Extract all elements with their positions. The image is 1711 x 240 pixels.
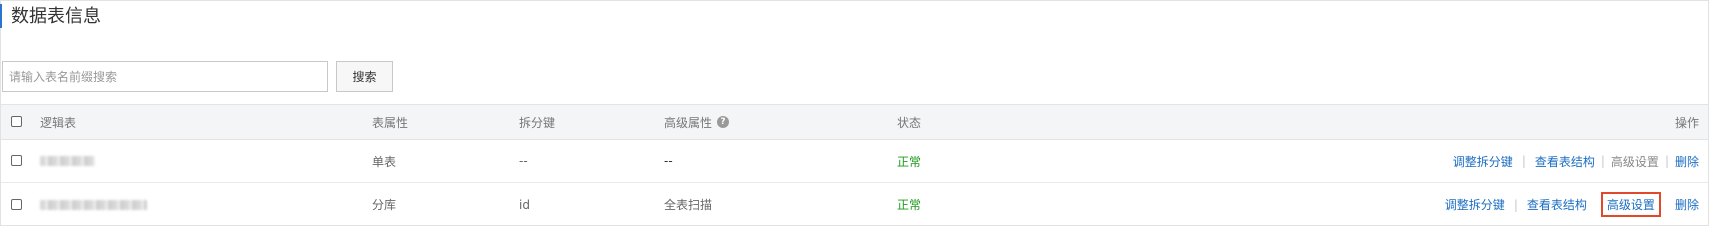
search-button[interactable]: 搜索 [336,61,393,92]
logical-table-name-redacted [40,183,147,226]
delete-link[interactable]: 删除 [1675,196,1699,213]
split-key: id [519,197,530,212]
advanced-attribute: -- [664,154,673,168]
table-header: 逻辑表 表属性 拆分键 高级属性 ? 状态 操作 [1,104,1708,140]
status-badge: 正常 [897,198,922,212]
divider: | [1521,154,1526,168]
title-accent-bar [0,4,2,28]
redacted-text [40,199,147,210]
status-badge: 正常 [897,154,922,169]
page-title: 数据表信息 [11,6,101,27]
row-checkbox[interactable] [11,198,22,210]
logical-table-name-redacted [40,140,95,182]
adjust-split-key-link[interactable]: 调整拆分键 [1445,196,1505,213]
row-checkbox[interactable] [11,155,22,166]
advanced-settings-link-disabled: 高级设置 [1610,154,1659,169]
row-operations: 调整拆分键 | 查看表结构 | 高级设置 | 删除 [1445,183,1699,226]
adjust-split-key-link[interactable]: 调整拆分键 [1453,153,1513,170]
delete-link[interactable]: 删除 [1675,153,1699,170]
advanced-settings-link[interactable]: 高级设置 [1600,192,1661,217]
advanced-attribute: 全表扫描 [664,198,713,212]
divider: | [1513,197,1518,212]
split-key: -- [519,154,528,168]
header-operations: 操作 [1674,115,1699,130]
header-split-key: 拆分键 [519,115,556,130]
view-table-structure-link[interactable]: 查看表结构 [1535,153,1595,170]
table-attribute: 单表 [372,154,397,169]
table-row: 单表 -- -- 正常 调整拆分键 | 查看表结构 | 高级设置 | 删除 [1,140,1708,183]
search-input[interactable] [2,61,328,92]
header-advanced-attribute: 高级属性 ? [664,105,730,139]
view-table-structure-link[interactable]: 查看表结构 [1527,196,1587,213]
divider: | [1664,154,1669,168]
table-row: 分库 id 全表扫描 正常 调整拆分键 | 查看表结构 | 高级设置 | 删除 [1,183,1708,226]
header-status: 状态 [897,115,922,130]
header-advanced-label: 高级属性 [664,115,713,130]
table-attribute: 分库 [372,198,397,212]
row-operations: 调整拆分键 | 查看表结构 | 高级设置 | 删除 [1453,140,1699,182]
question-circle-icon[interactable]: ? [717,116,730,128]
header-table-attribute: 表属性 [372,115,409,130]
header-logical-table: 逻辑表 [40,115,77,130]
divider: | [1600,154,1605,168]
select-all-checkbox[interactable] [11,116,22,127]
redacted-text [40,156,95,166]
